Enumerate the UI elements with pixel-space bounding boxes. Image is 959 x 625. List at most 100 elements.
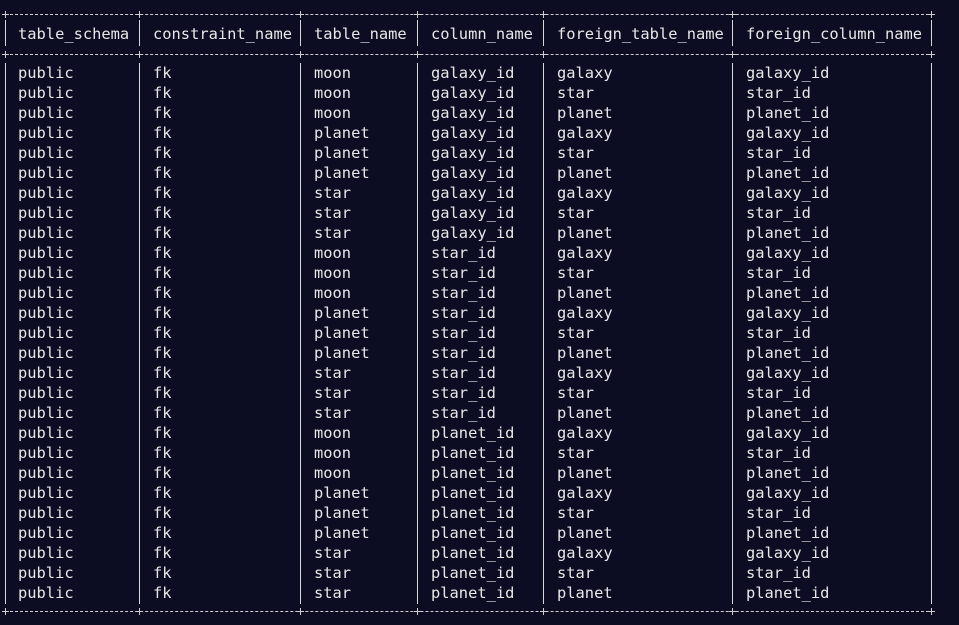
table-row: public fk star star_id galaxy galaxy_id	[0, 363, 940, 383]
table-cell: galaxy_id	[746, 124, 830, 142]
table-cell: fk	[153, 364, 172, 382]
table-cell: galaxy_id	[746, 304, 830, 322]
table-row: public fk star star_id star star_id	[0, 383, 940, 403]
border-junction	[2, 51, 9, 58]
table-cell: planet	[557, 284, 613, 302]
table-cell: fk	[153, 224, 172, 242]
table-cell: planet	[557, 464, 613, 482]
table-cell: galaxy	[557, 244, 613, 262]
table-cell: galaxy_id	[746, 364, 830, 382]
table-row: public fk planet star_id galaxy galaxy_id	[0, 303, 940, 323]
table-cell: fk	[153, 484, 172, 502]
table-cell: galaxy_id	[746, 484, 830, 502]
table-cell: planet_id	[431, 464, 515, 482]
table-cell: planet	[557, 404, 613, 422]
table-cell: planet_id	[746, 164, 830, 182]
table-cell: fk	[153, 144, 172, 162]
table-cell: fk	[153, 304, 172, 322]
table-border-line	[5, 54, 934, 55]
table-row: public fk star galaxy_id galaxy galaxy_id	[0, 183, 940, 203]
terminal-window: table_schema constraint_name table_name col…	[0, 0, 959, 625]
table-cell: galaxy	[557, 124, 613, 142]
table-cell: galaxy_id	[746, 544, 830, 562]
table-cell: moon	[314, 244, 352, 262]
table-cell: planet	[557, 584, 613, 602]
border-junction	[540, 11, 547, 18]
table-cell: planet	[557, 344, 613, 362]
table-cell: public	[18, 144, 74, 162]
table-cell: star_id	[746, 84, 811, 102]
table-cell: planet_id	[431, 584, 515, 602]
border-junction	[928, 608, 935, 615]
table-row: public fk planet planet_id star star_id	[0, 503, 940, 523]
table-cell: star_id	[746, 264, 811, 282]
table-row: public fk moon planet_id planet planet_id	[0, 463, 940, 483]
table-cell: public	[18, 244, 74, 262]
table-cell: star	[557, 324, 595, 342]
table-cell: fk	[153, 504, 172, 522]
table-border-line	[5, 14, 934, 15]
border-junction	[2, 11, 9, 18]
table-cell: fk	[153, 184, 172, 202]
table-cell: public	[18, 224, 74, 242]
table-cell: fk	[153, 104, 172, 122]
table-cell: planet	[557, 224, 613, 242]
table-cell: fk	[153, 524, 172, 542]
border-junction	[136, 11, 143, 18]
table-cell: public	[18, 164, 74, 182]
table-cell: public	[18, 204, 74, 222]
table-cell: planet	[557, 524, 613, 542]
table-row: public fk star galaxy_id star star_id	[0, 203, 940, 223]
table-row: public fk moon galaxy_id star star_id	[0, 83, 940, 103]
table-cell: star	[557, 384, 595, 402]
column-header: table_name	[314, 25, 407, 43]
table-row: public fk planet planet_id planet planet_id	[0, 523, 940, 543]
table-cell: fk	[153, 344, 172, 362]
table-cell: moon	[314, 64, 352, 82]
table-cell: star	[314, 404, 352, 422]
table-cell: public	[18, 184, 74, 202]
table-cell: galaxy_id	[431, 164, 515, 182]
table-cell: star	[557, 564, 595, 582]
table-cell: public	[18, 484, 74, 502]
table-cell: planet_id	[431, 564, 515, 582]
table-row: public fk planet star_id planet planet_id	[0, 343, 940, 363]
column-header: table_schema	[18, 25, 130, 43]
table-row: public fk star planet_id planet planet_id	[0, 583, 940, 603]
table-cell: star_id	[431, 344, 496, 362]
table-cell: moon	[314, 284, 352, 302]
table-row: public fk star planet_id galaxy galaxy_id	[0, 543, 940, 563]
table-cell: public	[18, 424, 74, 442]
table-cell: moon	[314, 424, 352, 442]
table-cell: star	[314, 564, 352, 582]
table-cell: fk	[153, 264, 172, 282]
table-cell: star_id	[746, 204, 811, 222]
table-cell: fk	[153, 464, 172, 482]
table-cell: star_id	[431, 284, 496, 302]
table-cell: public	[18, 64, 74, 82]
table-cell: public	[18, 584, 74, 602]
table-cell: star	[557, 504, 595, 522]
table-cell: planet_id	[431, 544, 515, 562]
table-cell: star_id	[746, 504, 811, 522]
table-cell: planet	[314, 484, 370, 502]
table-cell: star	[314, 584, 352, 602]
border-junction	[540, 608, 547, 615]
border-junction	[297, 608, 304, 615]
table-cell: moon	[314, 264, 352, 282]
table-cell: star	[557, 264, 595, 282]
table-cell: star_id	[746, 324, 811, 342]
table-cell: star	[314, 384, 352, 402]
table-row: public fk moon star_id star star_id	[0, 263, 940, 283]
border-junction	[729, 608, 736, 615]
table-cell: public	[18, 444, 74, 462]
table-cell: planet_id	[746, 224, 830, 242]
table-cell: public	[18, 324, 74, 342]
table-cell: fk	[153, 544, 172, 562]
table-row: public fk moon planet_id galaxy galaxy_id	[0, 423, 940, 443]
table-cell: galaxy	[557, 364, 613, 382]
table-row: public fk planet galaxy_id star star_id	[0, 143, 940, 163]
table-cell: fk	[153, 444, 172, 462]
border-junction	[729, 11, 736, 18]
border-junction	[297, 51, 304, 58]
